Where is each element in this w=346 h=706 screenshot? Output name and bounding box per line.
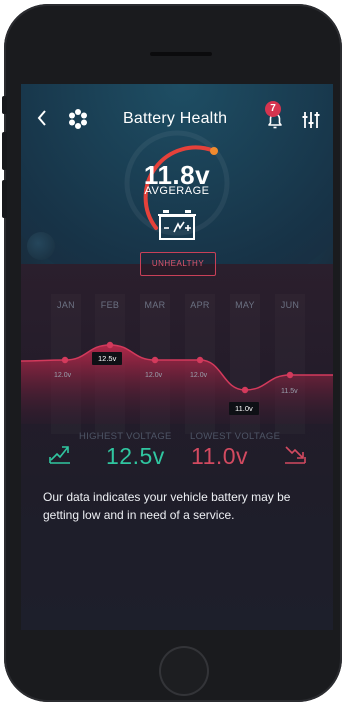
mute-switch: [2, 96, 7, 114]
data-point[interactable]: [151, 356, 159, 364]
month-tick-label: FEB: [100, 300, 120, 310]
volume-up-button: [2, 132, 7, 170]
data-point[interactable]: [106, 341, 114, 349]
month-tick-label: JUN: [280, 300, 300, 310]
data-label-highlight: 12.5v: [92, 352, 123, 365]
data-label-highlight: 11.0v: [229, 402, 259, 415]
battery-icon: [157, 210, 197, 245]
series-area: [21, 345, 333, 424]
speaker-grille: [150, 52, 212, 56]
highest-voltage-label: HIGHEST VOLTAGE: [79, 431, 172, 442]
data-label: 11.5v: [281, 388, 298, 395]
volume-down-button: [2, 180, 7, 218]
voltage-area-chart: [21, 341, 333, 424]
trend-up-icon: [48, 441, 72, 470]
data-point[interactable]: [196, 356, 204, 364]
status-badge[interactable]: UNHEALTHY: [140, 252, 216, 276]
data-point[interactable]: [241, 386, 249, 394]
month-tick-label: APR: [190, 300, 210, 310]
lowest-voltage-value: 11.0v: [191, 443, 249, 469]
home-button[interactable]: [159, 646, 209, 696]
average-voltage-label: AVGERAGE: [144, 185, 210, 197]
highest-voltage-value: 12.5v: [106, 443, 165, 469]
data-label: 12.0v: [190, 372, 208, 379]
data-label: 12.0v: [54, 372, 72, 379]
gauge-knob: [210, 147, 218, 155]
trend-down-icon: [283, 441, 307, 470]
data-point[interactable]: [286, 371, 294, 379]
data-point[interactable]: [61, 356, 69, 364]
month-tick-label: MAY: [235, 300, 255, 310]
month-tick-label: MAR: [144, 300, 166, 310]
data-label: 12.0v: [145, 372, 163, 379]
month-tick-label: JAN: [57, 300, 75, 310]
service-message: Our data indicates your vehicle battery …: [43, 490, 291, 522]
app-screen: Battery Health 7 11.8v AVGERAGE UNHEALTH…: [21, 84, 333, 630]
lowest-voltage-label: LOWEST VOLTAGE: [190, 431, 281, 442]
